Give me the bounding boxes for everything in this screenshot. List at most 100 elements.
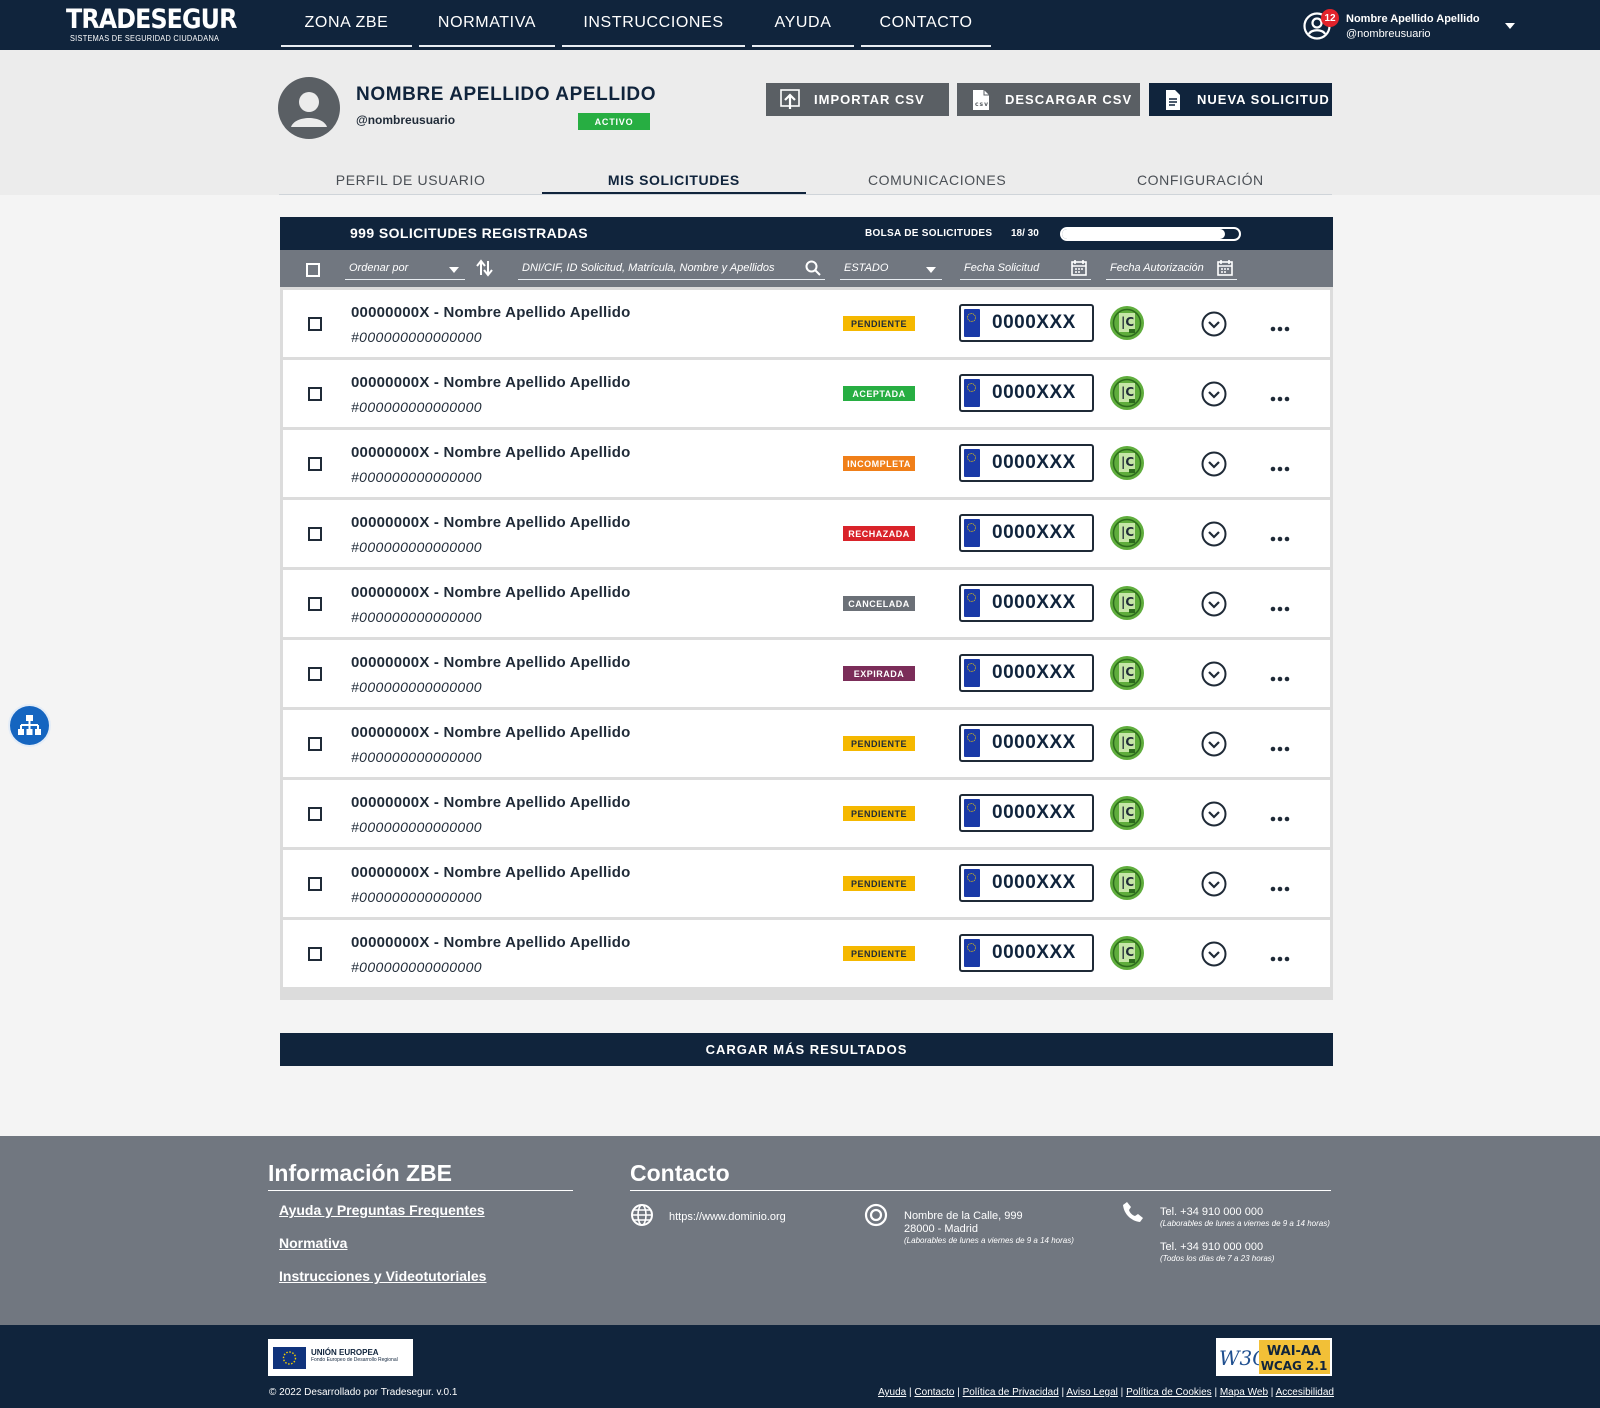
expand-chevron-icon[interactable] [1201, 941, 1227, 967]
nav-item-ayuda[interactable]: AYUDA [752, 0, 854, 47]
w3c-wcag-badge[interactable]: W3C WAI-AA WCAG 2.1 [1216, 1338, 1332, 1376]
csv-file-icon: csv [973, 89, 989, 110]
row-checkbox[interactable] [308, 317, 322, 331]
request-date-field[interactable]: Fecha Solicitud [960, 256, 1091, 280]
row-checkbox[interactable] [308, 527, 322, 541]
more-options-icon[interactable] [1270, 530, 1290, 542]
row-checkbox[interactable] [308, 387, 322, 401]
search-input[interactable]: DNI/CIF, ID Solicitud, Matrícula, Nombre… [518, 256, 825, 280]
plate-number: 0000XXX [992, 732, 1076, 753]
legal-link[interactable]: Política de Privacidad [963, 1387, 1059, 1398]
download-csv-button[interactable]: csv DESCARGAR CSV [957, 83, 1140, 116]
legal-link[interactable]: Política de Cookies [1126, 1387, 1212, 1398]
authorization-date-field[interactable]: Fecha Autorización [1106, 256, 1237, 280]
row-checkbox[interactable] [308, 597, 322, 611]
user-info[interactable]: Nombre Apellido Apellido @nombreusuario [1346, 12, 1480, 41]
tab-3[interactable]: COMUNICACIONES [806, 165, 1069, 194]
legal-link[interactable]: Mapa Web [1220, 1387, 1268, 1398]
tab-4[interactable]: CONFIGURACIÓN [1069, 165, 1332, 194]
expand-chevron-icon[interactable] [1201, 521, 1227, 547]
environmental-label-c-icon: |C [1109, 375, 1145, 411]
expand-chevron-icon[interactable] [1201, 591, 1227, 617]
footer-link-normativa[interactable]: Normativa [279, 1235, 347, 1251]
expand-chevron-icon[interactable] [1201, 311, 1227, 337]
eu-plate-icon [964, 799, 980, 827]
more-options-icon[interactable] [1270, 740, 1290, 752]
expand-chevron-icon[interactable] [1201, 871, 1227, 897]
expand-chevron-icon[interactable] [1201, 801, 1227, 827]
footer-web[interactable]: https://www.dominio.org [669, 1211, 786, 1224]
row-checkbox[interactable] [308, 737, 322, 751]
requests-header: 999 SOLICITUDES REGISTRADAS BOLSA DE SOL… [280, 217, 1333, 250]
eu-subtitle: Fondo Europeo de Desarrollo Regional [311, 1357, 398, 1363]
legal-link[interactable]: Aviso Legal [1066, 1387, 1118, 1398]
more-options-icon[interactable] [1270, 810, 1290, 822]
nav-item-normativa[interactable]: NORMATIVA [419, 0, 555, 47]
footer-phone-1[interactable]: Tel. +34 910 000 000 (Laborables de lune… [1160, 1206, 1330, 1229]
table-row[interactable]: 00000000X - Nombre Apellido Apellido #000… [283, 710, 1330, 777]
legal-link[interactable]: Ayuda [878, 1387, 906, 1398]
more-options-icon[interactable] [1270, 880, 1290, 892]
table-row[interactable]: 00000000X - Nombre Apellido Apellido #000… [283, 500, 1330, 567]
user-menu[interactable]: 12 Nombre Apellido Apellido @nombreusuar… [1302, 9, 1515, 42]
brand-logo[interactable]: TRADESEGUR SISTEMAS DE SEGURIDAD CIUDADA… [66, 6, 260, 44]
plate-number: 0000XXX [992, 802, 1076, 823]
order-select[interactable]: Ordenar por [345, 256, 465, 280]
legal-link[interactable]: Contacto [914, 1387, 954, 1398]
phone2-hours: (Todos los días de 7 a 23 horas) [1160, 1254, 1275, 1263]
more-options-icon[interactable] [1270, 600, 1290, 612]
legal-separator: | [1268, 1387, 1276, 1398]
row-checkbox[interactable] [308, 947, 322, 961]
footer-link-help[interactable]: Ayuda y Preguntas Frequentes [279, 1202, 485, 1218]
more-options-icon[interactable] [1270, 670, 1290, 682]
row-checkbox[interactable] [308, 667, 322, 681]
row-checkbox[interactable] [308, 807, 322, 821]
load-more-button[interactable]: CARGAR MÁS RESULTADOS [280, 1033, 1333, 1066]
table-row[interactable]: 00000000X - Nombre Apellido Apellido #000… [283, 360, 1330, 427]
table-row[interactable]: 00000000X - Nombre Apellido Apellido #000… [283, 640, 1330, 707]
environmental-label-c-icon: |C [1109, 305, 1145, 341]
table-row[interactable]: 00000000X - Nombre Apellido Apellido #000… [283, 430, 1330, 497]
nav-item-contacto[interactable]: CONTACTO [861, 0, 991, 47]
phone2: Tel. +34 910 000 000 [1160, 1241, 1264, 1253]
page-title: NOMBRE APELLIDO APELLIDO [356, 84, 657, 105]
table-row[interactable]: 00000000X - Nombre Apellido Apellido #000… [283, 570, 1330, 637]
select-all-checkbox[interactable] [306, 263, 320, 277]
nav-item-zona-zbe[interactable]: ZONA ZBE [281, 0, 412, 47]
row-checkbox[interactable] [308, 457, 322, 471]
user-account-icon[interactable]: 12 [1302, 9, 1339, 41]
expand-chevron-icon[interactable] [1201, 661, 1227, 687]
nav-item-instrucciones[interactable]: INSTRUCCIONES [562, 0, 745, 47]
legal-link[interactable]: Accesibilidad [1276, 1387, 1334, 1398]
expand-chevron-icon[interactable] [1201, 731, 1227, 757]
table-row[interactable]: 00000000X - Nombre Apellido Apellido #000… [283, 780, 1330, 847]
expand-chevron-icon[interactable] [1201, 451, 1227, 477]
status-select[interactable]: ESTADO [840, 256, 942, 280]
footer-link-instructions[interactable]: Instrucciones y Videotutoriales [279, 1268, 486, 1284]
svg-text:|C: |C [1121, 525, 1134, 539]
new-request-button[interactable]: NUEVA SOLICITUD [1149, 83, 1332, 116]
tab-2[interactable]: MIS SOLICITUDES [542, 165, 806, 194]
table-row[interactable]: 00000000X - Nombre Apellido Apellido #000… [283, 920, 1330, 987]
tab-1[interactable]: PERFIL DE USUARIO [279, 165, 542, 194]
sitemap-button[interactable] [10, 706, 49, 745]
calendar-icon[interactable] [1071, 260, 1087, 276]
legal-separator: | [1117, 1387, 1127, 1398]
import-csv-button[interactable]: IMPORTAR CSV [766, 83, 949, 116]
calendar-icon[interactable] [1217, 260, 1233, 276]
footer-phone-2[interactable]: Tel. +34 910 000 000 (Todos los días de … [1160, 1241, 1274, 1264]
search-icon[interactable] [805, 260, 821, 276]
more-options-icon[interactable] [1270, 460, 1290, 472]
table-row[interactable]: 00000000X - Nombre Apellido Apellido #000… [283, 850, 1330, 917]
more-options-icon[interactable] [1270, 950, 1290, 962]
sort-icon[interactable] [475, 258, 495, 278]
chevron-down-icon[interactable] [1505, 23, 1515, 29]
expand-chevron-icon[interactable] [1201, 381, 1227, 407]
environmental-label-c-icon: |C [1109, 795, 1145, 831]
table-row[interactable]: 00000000X - Nombre Apellido Apellido #000… [283, 290, 1330, 357]
row-checkbox[interactable] [308, 877, 322, 891]
status-badge: PENDIENTE [843, 876, 915, 891]
more-options-icon[interactable] [1270, 320, 1290, 332]
sitemap-icon [18, 715, 41, 735]
more-options-icon[interactable] [1270, 390, 1290, 402]
